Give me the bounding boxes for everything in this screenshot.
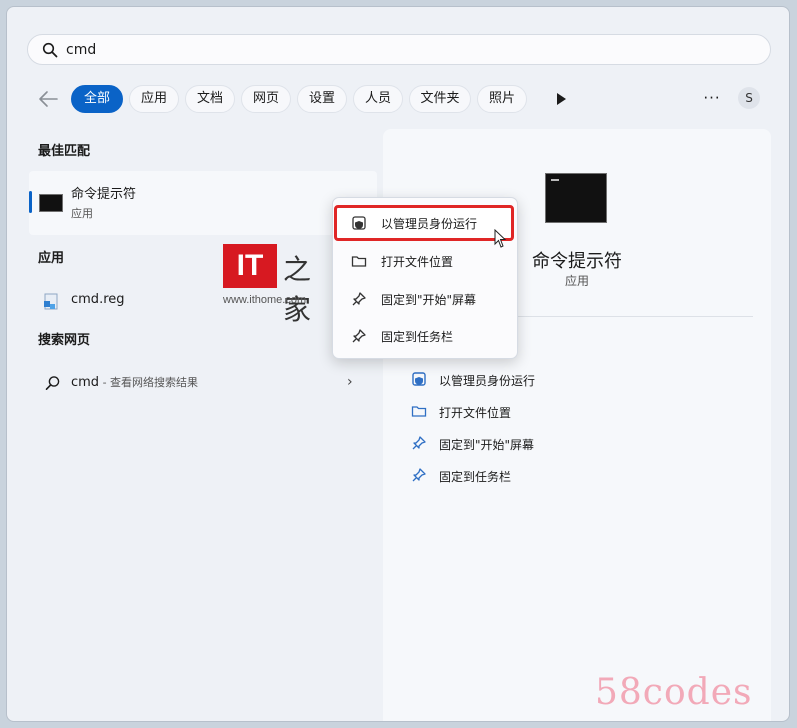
back-arrow-icon[interactable] bbox=[37, 89, 59, 109]
chevron-right-icon[interactable]: › bbox=[347, 374, 353, 390]
command-prompt-icon bbox=[39, 194, 63, 212]
play-icon[interactable] bbox=[555, 92, 567, 106]
action-label: 固定到任务栏 bbox=[439, 470, 512, 484]
folder-icon bbox=[351, 256, 367, 267]
more-options-button[interactable]: ··· bbox=[701, 87, 723, 109]
web-search-label: cmd - 查看网络搜索结果 bbox=[71, 374, 198, 390]
ithome-logo-text: 之家 bbox=[283, 253, 312, 326]
search-input[interactable] bbox=[66, 41, 666, 58]
menu-item-pin-to-start[interactable]: 固定到"开始"屏幕 bbox=[337, 282, 513, 316]
best-match-subtitle: 应用 bbox=[71, 207, 93, 220]
pin-icon bbox=[352, 292, 366, 306]
action-label: 打开文件位置 bbox=[439, 406, 512, 420]
folder-icon bbox=[411, 406, 427, 417]
pin-icon bbox=[412, 436, 426, 450]
filter-chip-photos[interactable]: 照片 bbox=[477, 85, 527, 113]
menu-item-open-file-location[interactable]: 打开文件位置 bbox=[337, 244, 513, 278]
pin-icon bbox=[412, 468, 426, 482]
search-icon bbox=[42, 42, 58, 57]
command-prompt-large-icon bbox=[545, 173, 607, 223]
section-title-apps: 应用 bbox=[38, 251, 65, 266]
app-label: cmd.reg bbox=[71, 292, 125, 307]
selection-indicator bbox=[29, 191, 32, 213]
filter-chip-people[interactable]: 人员 bbox=[353, 85, 403, 113]
filter-chip-folders[interactable]: 文件夹 bbox=[409, 85, 471, 113]
menu-item-pin-to-taskbar[interactable]: 固定到任务栏 bbox=[337, 319, 513, 353]
ithome-watermark: IT 之家 www.ithome.com bbox=[223, 244, 333, 326]
ithome-url: www.ithome.com bbox=[223, 294, 307, 306]
pin-icon bbox=[352, 329, 366, 343]
menu-item-label: 固定到任务栏 bbox=[381, 330, 454, 344]
shield-icon bbox=[352, 216, 366, 230]
filter-chip-settings[interactable]: 设置 bbox=[297, 85, 347, 113]
menu-item-label: 固定到"开始"屏幕 bbox=[381, 293, 477, 307]
best-match-title: 命令提示符 bbox=[71, 187, 137, 202]
site-watermark: 58codes bbox=[595, 672, 753, 713]
section-title-best-match: 最佳匹配 bbox=[38, 144, 91, 159]
filter-chip-apps[interactable]: 应用 bbox=[129, 85, 179, 113]
mouse-cursor-icon bbox=[494, 229, 507, 248]
menu-item-label: 打开文件位置 bbox=[381, 255, 454, 269]
ithome-logo: IT bbox=[223, 244, 277, 288]
best-match-item[interactable]: 命令提示符 应用 bbox=[29, 171, 377, 235]
context-menu: 以管理员身份运行 打开文件位置 固定到"开始"屏幕 固定到任务栏 bbox=[332, 197, 518, 359]
registry-file-icon bbox=[44, 293, 58, 310]
action-label: 以管理员身份运行 bbox=[439, 374, 536, 388]
avatar[interactable]: S bbox=[738, 87, 760, 109]
shield-icon bbox=[412, 372, 426, 386]
section-title-web: 搜索网页 bbox=[38, 333, 91, 348]
filter-bar: 全部 应用 文档 网页 设置 人员 文件夹 照片 ··· S bbox=[7, 83, 789, 115]
filter-chip-web[interactable]: 网页 bbox=[241, 85, 291, 113]
action-label: 固定到"开始"屏幕 bbox=[439, 438, 535, 452]
search-box[interactable] bbox=[27, 34, 771, 65]
filter-chip-documents[interactable]: 文档 bbox=[185, 85, 235, 113]
web-search-hint: - 查看网络搜索结果 bbox=[99, 376, 199, 389]
menu-item-run-as-admin[interactable]: 以管理员身份运行 bbox=[337, 206, 513, 240]
web-query: cmd bbox=[71, 375, 100, 390]
menu-item-label: 以管理员身份运行 bbox=[381, 217, 478, 231]
filter-chip-all[interactable]: 全部 bbox=[71, 85, 123, 113]
search-icon bbox=[45, 376, 60, 390]
web-search-item[interactable]: cmd - 查看网络搜索结果 › bbox=[29, 368, 369, 398]
search-window: 全部 应用 文档 网页 设置 人员 文件夹 照片 ··· S 最佳匹配 命令提示… bbox=[6, 6, 790, 722]
